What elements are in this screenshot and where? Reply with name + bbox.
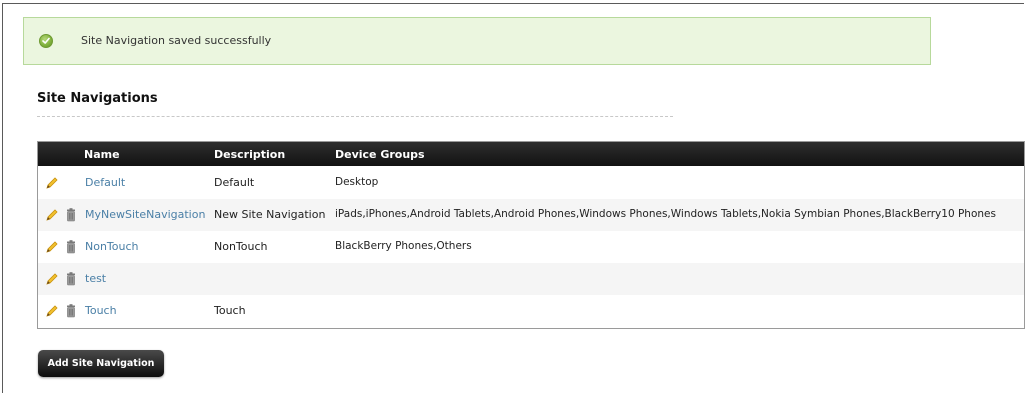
site-navigation-link[interactable]: NonTouch (85, 240, 139, 253)
description-cell: Touch (214, 304, 246, 317)
pencil-icon[interactable] (44, 303, 60, 319)
pencil-icon[interactable] (44, 271, 60, 287)
title-divider (37, 116, 673, 117)
table-row: test (38, 263, 1024, 295)
column-header-device-groups[interactable]: Device Groups (335, 148, 425, 161)
pencil-icon[interactable] (44, 175, 60, 191)
page-title: Site Navigations (37, 91, 158, 106)
device-groups-cell: Desktop (335, 176, 379, 188)
success-alert: Site Navigation saved successfully (23, 17, 931, 65)
site-navigation-link[interactable]: test (85, 272, 106, 285)
alert-message: Site Navigation saved successfully (81, 34, 272, 47)
description-cell: Default (214, 176, 255, 189)
column-header-name[interactable]: Name (84, 148, 120, 161)
table-row: NonTouch NonTouch BlackBerry Phones,Othe… (38, 231, 1024, 263)
description-cell: NonTouch (214, 240, 268, 253)
table-row: MyNewSiteNavigation New Site Navigation … (38, 199, 1024, 231)
table-header: Name Description Device Groups (38, 142, 1024, 166)
site-navigation-link[interactable]: Touch (85, 304, 117, 317)
trash-icon[interactable] (65, 303, 77, 319)
column-header-description[interactable]: Description (214, 148, 285, 161)
site-navigation-link[interactable]: Default (85, 176, 125, 189)
pencil-icon[interactable] (44, 207, 60, 223)
table-row: Touch Touch (38, 295, 1024, 327)
table-row: Default Default Desktop (38, 167, 1024, 199)
trash-icon[interactable] (65, 271, 77, 287)
site-navigations-table: Name Description Device Groups Default D… (37, 141, 1025, 329)
trash-icon[interactable] (65, 207, 77, 223)
add-site-navigation-button[interactable]: Add Site Navigation (38, 350, 164, 377)
site-navigation-link[interactable]: MyNewSiteNavigation (85, 208, 205, 221)
pencil-icon[interactable] (44, 239, 60, 255)
check-circle-icon (39, 34, 53, 48)
description-cell: New Site Navigation (214, 208, 326, 221)
device-groups-cell: BlackBerry Phones,Others (335, 240, 472, 252)
trash-icon[interactable] (65, 239, 77, 255)
device-groups-cell: iPads,iPhones,Android Tablets,Android Ph… (335, 208, 996, 220)
